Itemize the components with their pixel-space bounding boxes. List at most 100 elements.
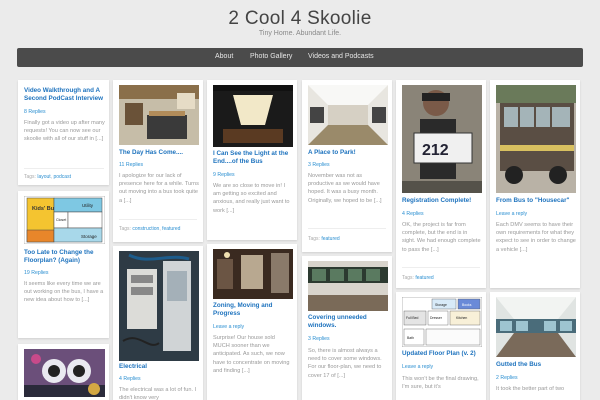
post-excerpt: Surprise! Our house sold MUCH sooner tha… xyxy=(213,335,290,374)
post-title[interactable]: Zoning, Moving and Progress xyxy=(213,302,293,318)
post-thumbnail[interactable] xyxy=(24,349,105,397)
post-replies[interactable]: 3 Replies xyxy=(308,162,330,168)
tag-link[interactable]: featured xyxy=(162,226,180,232)
floorplan-image[interactable]: Kids' Bunks Utility Closet Storage xyxy=(24,196,105,244)
gutted-bus-photo xyxy=(496,297,576,357)
divider xyxy=(119,219,197,220)
post-card-zoning: Zoning, Moving and Progress Leave a repl… xyxy=(207,244,297,400)
svg-text:Dresser: Dresser xyxy=(430,316,443,320)
post-card-light-at-end: I Can See the Light at the End....of the… xyxy=(207,80,297,240)
post-replies[interactable]: 19 Replies xyxy=(24,270,49,276)
electrical-photo xyxy=(119,251,199,361)
post-title[interactable]: From Bus to "Housecar" xyxy=(496,197,576,205)
tag-link[interactable]: featured xyxy=(415,275,433,281)
post-title[interactable]: Electrical xyxy=(119,363,199,371)
svg-text:Closet: Closet xyxy=(56,218,66,222)
post-card-photo xyxy=(18,344,109,400)
post-replies[interactable]: 11 Replies xyxy=(119,162,143,168)
svg-text:Storage: Storage xyxy=(81,234,97,239)
post-tags: Tags: layout, podcast xyxy=(24,174,71,180)
post-tags: Tags: featured xyxy=(402,275,434,281)
kitchen-photo xyxy=(119,85,199,145)
photo-thumbnail-image xyxy=(24,349,105,397)
bus-interior-photo xyxy=(213,85,293,147)
divider xyxy=(24,168,104,169)
bus-build-photo xyxy=(213,249,293,299)
nav-item-photo-gallery[interactable]: Photo Gallery xyxy=(250,53,292,60)
post-card-housecar: From Bus to "Housecar" Leave a reply Eac… xyxy=(490,80,580,288)
post-replies[interactable]: Leave a reply xyxy=(402,364,433,370)
svg-text:Utility: Utility xyxy=(82,203,94,208)
post-thumbnail[interactable] xyxy=(119,85,199,145)
post-replies[interactable]: 3 Replies xyxy=(308,336,330,342)
post-card-electrical: Electrical 4 Replies The electrical was … xyxy=(113,246,203,400)
divider xyxy=(402,267,480,268)
post-title[interactable]: A Place to Park! xyxy=(308,149,388,157)
plate-number: 212 xyxy=(422,142,449,159)
post-replies[interactable]: 9 Replies xyxy=(213,172,235,178)
post-tags: Tags: featured xyxy=(308,236,340,242)
post-excerpt: Each DMV seems to have their own require… xyxy=(496,222,576,253)
post-excerpt: I apologize for our lack of presence her… xyxy=(119,173,199,204)
post-thumbnail[interactable] xyxy=(119,251,199,361)
bus-exterior-photo xyxy=(496,85,576,193)
tag-link[interactable]: podcast xyxy=(53,174,71,180)
post-card-covering-windows: Covering unneeded windows. 3 Replies So,… xyxy=(302,256,392,400)
svg-text:Storage: Storage xyxy=(435,303,447,307)
post-title[interactable]: The Day Has Come.... xyxy=(119,149,199,157)
license-plate-photo: 212 xyxy=(402,85,482,193)
post-tags: Tags: construction, featured xyxy=(119,226,181,232)
post-excerpt: So, there is almost always a need to cov… xyxy=(308,348,382,379)
svg-text:Bath: Bath xyxy=(407,336,414,340)
post-excerpt: The electrical was a lot of fun. I didn'… xyxy=(119,387,197,400)
post-thumbnail[interactable] xyxy=(496,85,576,193)
post-title[interactable]: Too Late to Change the Floorplan? (Again… xyxy=(24,249,106,265)
post-excerpt: We are so close to move in! I am getting… xyxy=(213,183,290,214)
tag-link[interactable]: layout xyxy=(37,174,50,180)
post-thumbnail[interactable]: 212 xyxy=(402,85,482,193)
post-replies[interactable]: Leave a reply xyxy=(213,324,244,330)
post-replies[interactable]: 4 Replies xyxy=(119,376,141,382)
post-excerpt: OK, the project is far from complete, bu… xyxy=(402,222,481,253)
bus-windows-photo xyxy=(308,261,388,311)
post-replies[interactable]: Leave a reply xyxy=(496,211,527,217)
post-card-registration: 212 Registration Complete! 4 Replies OK,… xyxy=(396,80,486,288)
post-replies[interactable]: 8 Replies xyxy=(24,109,46,115)
post-excerpt: It took the better part of two xyxy=(496,386,565,392)
site-title[interactable]: 2 Cool 4 Skoolie xyxy=(0,8,600,30)
post-thumbnail[interactable] xyxy=(496,297,576,357)
post-title[interactable]: Updated Floor Plan (v. 2) xyxy=(402,350,482,358)
svg-text:Kitchen: Kitchen xyxy=(456,316,467,320)
post-thumbnail[interactable] xyxy=(213,85,293,147)
post-excerpt: Finally got a video up after many reques… xyxy=(24,120,105,143)
post-thumbnail[interactable]: Storage Books Full Bed Dresser Kitchen B… xyxy=(402,297,482,347)
post-card-day-has-come: The Day Has Come.... 11 Replies I apolog… xyxy=(113,80,203,242)
tag-link[interactable]: construction xyxy=(132,226,159,232)
post-thumbnail[interactable] xyxy=(213,249,293,299)
bus-aisle-photo xyxy=(308,85,388,145)
post-excerpt: November was not as productive as we wou… xyxy=(308,173,382,204)
post-excerpt: It seems like every time we are out work… xyxy=(24,281,104,304)
divider xyxy=(308,228,386,229)
floorplan-v2-drawing: Storage Books Full Bed Dresser Kitchen B… xyxy=(402,297,482,347)
post-title[interactable]: Covering unneeded windows. xyxy=(308,314,388,330)
post-thumbnail[interactable] xyxy=(308,85,388,145)
post-title[interactable]: Video Walkthrough and A Second PodCast I… xyxy=(24,87,106,103)
post-replies[interactable]: 2 Replies xyxy=(496,375,518,381)
post-card-gutted: Gutted the Bus 2 Replies It took the bet… xyxy=(490,292,580,400)
post-excerpt: This won't be the final drawing, I'm sur… xyxy=(402,376,479,391)
svg-text:Full Bed: Full Bed xyxy=(406,316,419,320)
post-title[interactable]: I Can See the Light at the End....of the… xyxy=(213,150,293,166)
post-card-video-walkthrough: Video Walkthrough and A Second PodCast I… xyxy=(18,80,109,185)
post-title[interactable]: Gutted the Bus xyxy=(496,361,576,369)
main-nav: About Photo Gallery Videos and Podcasts xyxy=(17,48,583,67)
post-thumbnail[interactable] xyxy=(308,261,388,311)
post-card-place-to-park: A Place to Park! 3 Replies November was … xyxy=(302,80,392,252)
nav-item-about[interactable]: About xyxy=(215,53,233,60)
tag-link[interactable]: featured xyxy=(321,236,339,242)
post-title[interactable]: Registration Complete! xyxy=(402,197,482,205)
post-replies[interactable]: 4 Replies xyxy=(402,211,424,217)
post-card-floor-plan-v2: Storage Books Full Bed Dresser Kitchen B… xyxy=(396,292,486,400)
floorplan-drawing: Kids' Bunks Utility Closet Storage xyxy=(24,196,105,244)
nav-item-videos-podcasts[interactable]: Videos and Podcasts xyxy=(308,53,374,60)
